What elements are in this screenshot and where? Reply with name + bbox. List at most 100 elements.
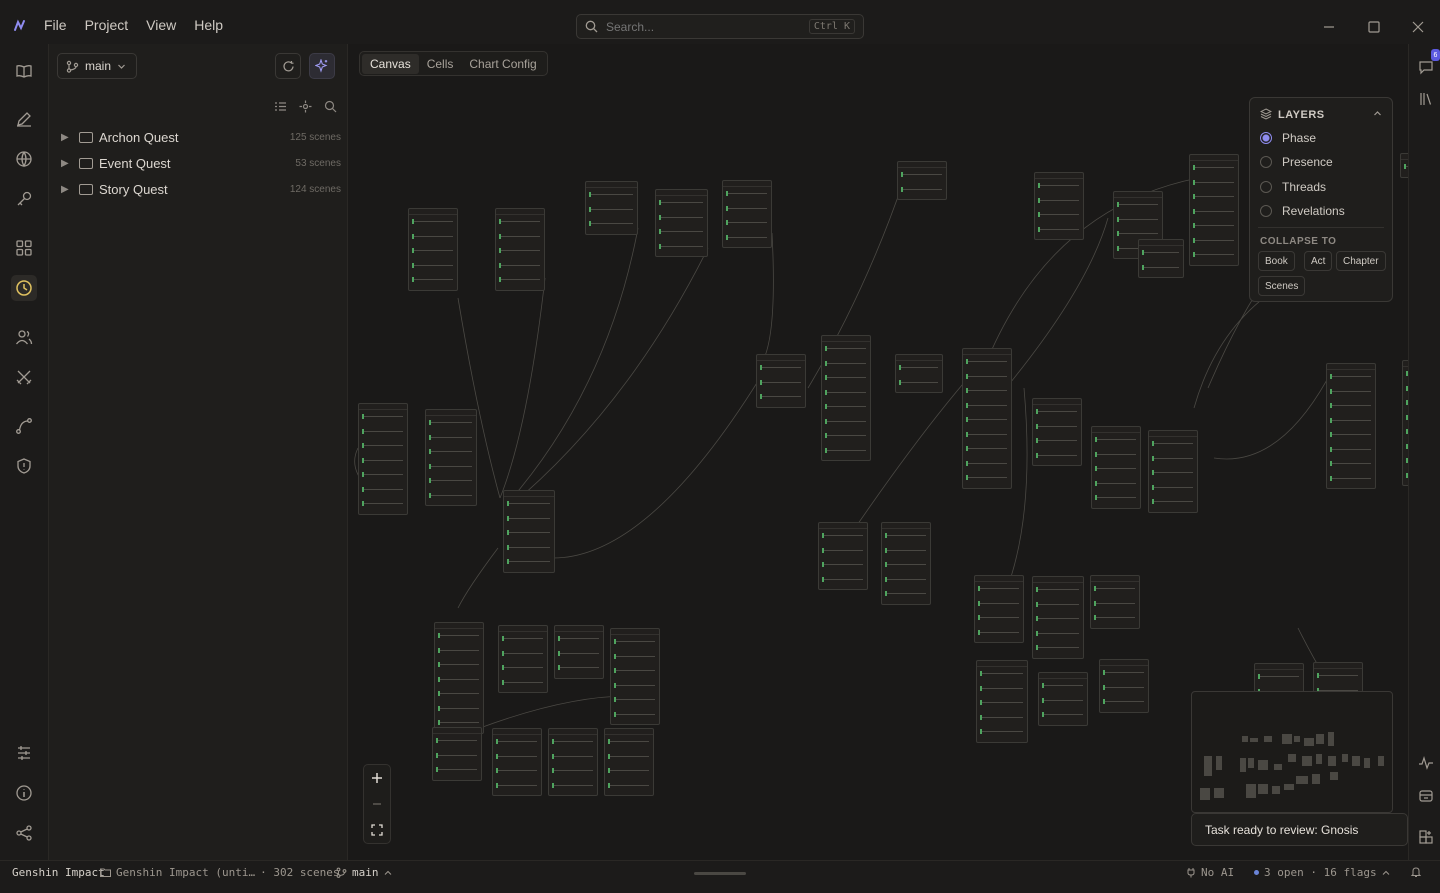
scene-node[interactable] — [1400, 153, 1408, 178]
close-window-button[interactable] — [1405, 14, 1431, 40]
scene-node[interactable] — [1032, 576, 1084, 659]
scene-node[interactable] — [655, 189, 708, 257]
activity-icon[interactable] — [1417, 754, 1435, 772]
scene-node[interactable] — [962, 348, 1012, 489]
archive-icon[interactable] — [1417, 787, 1435, 805]
status-ai[interactable]: No AI — [1186, 866, 1234, 879]
scene-node[interactable] — [756, 354, 806, 408]
locate-icon[interactable] — [299, 100, 312, 113]
collapse-book-button[interactable]: Book — [1258, 251, 1295, 271]
scene-node[interactable] — [1038, 672, 1088, 726]
scene-node[interactable] — [1189, 154, 1239, 266]
collapse-panel-icon[interactable] — [1373, 109, 1382, 118]
scene-node[interactable] — [722, 180, 772, 248]
scene-node[interactable] — [503, 490, 555, 573]
refresh-button[interactable] — [275, 53, 301, 79]
bell-icon[interactable] — [1410, 866, 1422, 878]
scene-node[interactable] — [897, 161, 947, 200]
widgets-icon[interactable] — [1417, 828, 1435, 846]
status-branch[interactable]: main — [336, 866, 392, 879]
scene-node[interactable] — [408, 208, 458, 291]
clock-icon[interactable] — [11, 275, 37, 301]
scene-node[interactable] — [434, 622, 484, 734]
layer-option-presence[interactable]: Presence — [1260, 153, 1333, 171]
zoom-out-icon[interactable] — [370, 797, 384, 811]
swords-icon[interactable] — [11, 364, 37, 390]
scene-node[interactable] — [1099, 659, 1149, 713]
scene-node[interactable] — [974, 575, 1024, 643]
info-icon[interactable] — [11, 780, 37, 806]
zoom-in-icon[interactable] — [370, 771, 384, 785]
status-path[interactable]: Genshin Impact (unti… · 302 scenes — [100, 866, 340, 879]
scene-node[interactable] — [895, 354, 943, 393]
menu-view[interactable]: View — [146, 17, 176, 33]
globe-icon[interactable] — [11, 146, 37, 172]
chevron-right-icon: ▶ — [61, 157, 69, 169]
menu-file[interactable]: File — [44, 17, 67, 33]
search-bar[interactable]: Ctrl K — [576, 14, 864, 39]
scene-node[interactable] — [881, 522, 931, 605]
scene-row — [507, 559, 550, 564]
layer-option-threads[interactable]: Threads — [1260, 178, 1326, 196]
panel-resize-handle[interactable] — [694, 872, 746, 875]
library-icon[interactable] — [1417, 90, 1435, 108]
branch-selector[interactable]: main — [57, 53, 137, 79]
grid-icon[interactable] — [11, 235, 37, 261]
scene-node[interactable] — [1034, 172, 1084, 240]
collapse-chapter-button[interactable]: Chapter — [1336, 251, 1386, 271]
scene-node[interactable] — [554, 625, 604, 679]
minimize-button[interactable] — [1316, 14, 1342, 40]
tree-item-story-quest[interactable]: ▶ Story Quest 124 scenes — [61, 178, 341, 200]
layer-option-phase[interactable]: Phase — [1260, 129, 1316, 147]
maximize-button[interactable] — [1361, 14, 1387, 40]
scene-node[interactable] — [821, 335, 871, 461]
book-icon[interactable] — [11, 58, 37, 84]
scene-node[interactable] — [432, 727, 482, 781]
scene-node[interactable] — [498, 625, 548, 693]
scene-node[interactable] — [1091, 426, 1141, 509]
pencil-icon[interactable] — [11, 106, 37, 132]
collapse-act-button[interactable]: Act — [1304, 251, 1333, 271]
share-icon[interactable] — [11, 820, 37, 846]
scene-node[interactable] — [604, 728, 654, 796]
scene-node[interactable] — [548, 728, 598, 796]
users-icon[interactable] — [11, 324, 37, 350]
scene-node[interactable] — [610, 628, 660, 725]
task-toast[interactable]: Task ready to review: Gnosis — [1191, 813, 1408, 846]
tree-search-icon[interactable] — [324, 100, 337, 113]
scene-node[interactable] — [425, 409, 477, 506]
scene-node[interactable] — [585, 181, 638, 235]
ai-sparkle-button[interactable] — [309, 53, 335, 79]
status-flags[interactable]: 3 open · 16 flags — [1254, 866, 1390, 879]
tab-chart-config[interactable]: Chart Config — [461, 54, 544, 74]
layer-option-revelations[interactable]: Revelations — [1260, 202, 1345, 220]
menu-help[interactable]: Help — [194, 17, 223, 33]
scene-node[interactable] — [1326, 363, 1376, 489]
status-project[interactable]: Genshin Impact — [12, 866, 105, 879]
path-icon[interactable] — [11, 413, 37, 439]
scene-node[interactable] — [358, 403, 408, 515]
list-view-icon[interactable] — [274, 100, 287, 113]
key-icon[interactable] — [11, 186, 37, 212]
tab-canvas[interactable]: Canvas — [362, 53, 419, 74]
scene-node[interactable] — [1090, 575, 1140, 629]
tab-cells[interactable]: Cells — [419, 54, 462, 74]
scene-node[interactable] — [1138, 239, 1184, 278]
scene-row — [1330, 446, 1371, 452]
scene-node[interactable] — [1032, 398, 1082, 466]
tree-item-archon-quest[interactable]: ▶ Archon Quest 125 scenes — [61, 126, 341, 148]
tree-item-event-quest[interactable]: ▶ Event Quest 53 scenes — [61, 152, 341, 174]
scene-node[interactable] — [818, 522, 868, 590]
scene-node[interactable] — [976, 660, 1028, 743]
search-input[interactable] — [606, 19, 809, 34]
scene-node[interactable] — [1148, 430, 1198, 513]
shield-icon[interactable] — [11, 453, 37, 479]
menu-project[interactable]: Project — [85, 17, 129, 33]
collapse-scenes-button[interactable]: Scenes — [1258, 276, 1306, 296]
fit-view-icon[interactable] — [370, 823, 384, 837]
sliders-icon[interactable] — [11, 740, 37, 766]
canvas-minimap[interactable] — [1191, 691, 1393, 813]
scene-node[interactable] — [492, 728, 542, 796]
scene-node[interactable] — [495, 208, 545, 291]
scene-row — [1258, 674, 1299, 679]
